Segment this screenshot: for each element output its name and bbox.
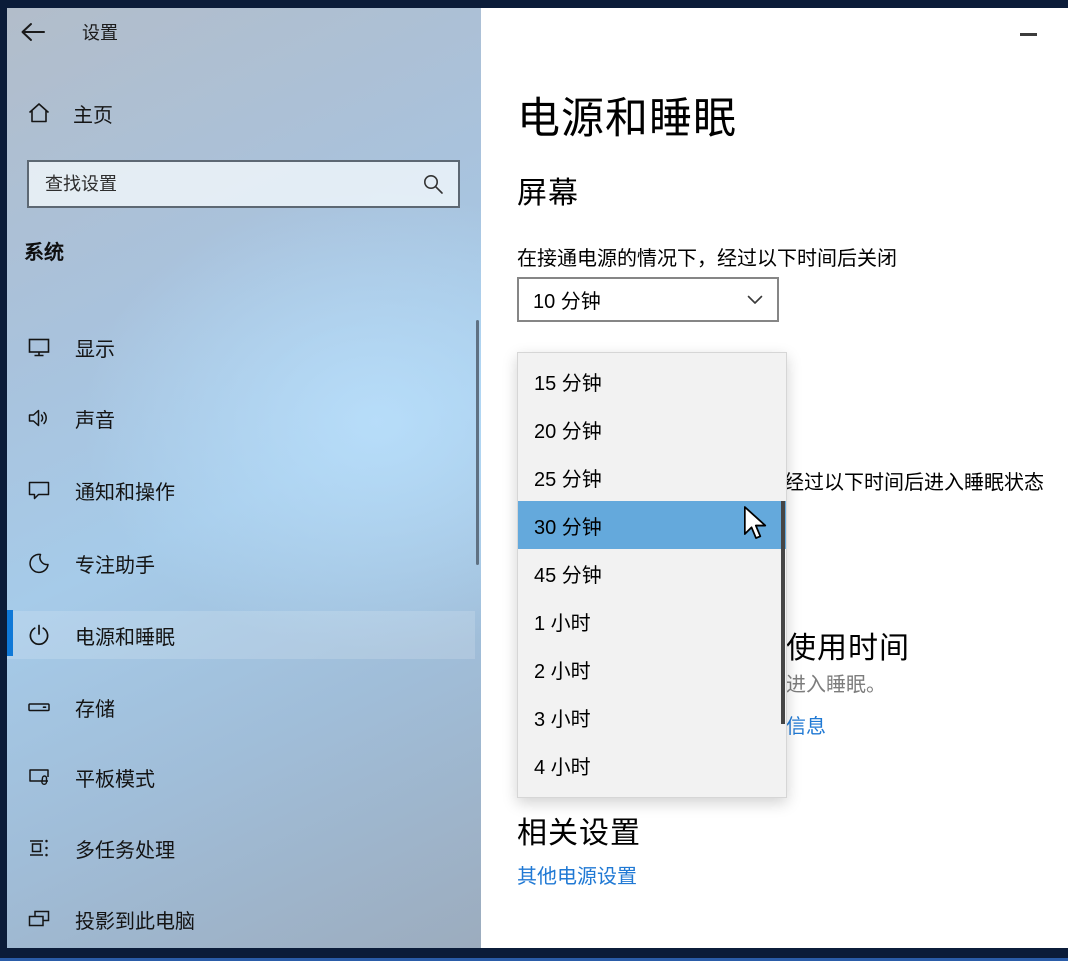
power-icon bbox=[27, 623, 51, 647]
related-settings-heading: 相关设置 bbox=[517, 808, 641, 852]
sidebar-item-label: 显示 bbox=[75, 333, 115, 362]
search-box bbox=[27, 160, 460, 208]
sidebar-item-tablet-mode[interactable]: 平板模式 bbox=[7, 753, 475, 801]
sidebar-item-label: 平板模式 bbox=[75, 763, 155, 792]
sidebar-item-label: 存储 bbox=[75, 693, 115, 722]
timeout-dropdown-list: 15 分钟 20 分钟 25 分钟 30 分钟 45 分钟 1 小时 2 小时 … bbox=[517, 352, 787, 798]
sidebar-item-projecting[interactable]: 投影到此电脑 bbox=[7, 895, 475, 943]
minimize-button[interactable] bbox=[1018, 27, 1038, 41]
dropdown-option[interactable]: 15 分钟 bbox=[518, 357, 786, 405]
screen-timeout-select[interactable]: 10 分钟 bbox=[517, 277, 779, 322]
dropdown-option[interactable]: 3 小时 bbox=[518, 693, 786, 741]
notifications-icon bbox=[27, 478, 51, 502]
tablet-mode-icon bbox=[27, 765, 51, 789]
sidebar-home-label: 主页 bbox=[73, 99, 113, 128]
sidebar-item-label: 投影到此电脑 bbox=[75, 905, 195, 934]
sidebar-item-label: 多任务处理 bbox=[75, 834, 175, 863]
sleep-timeout-label-fragment: 经过以下时间后进入睡眠状态 bbox=[784, 466, 1068, 495]
sidebar-item-multitasking[interactable]: 多任务处理 bbox=[7, 824, 475, 872]
screen-timeout-label: 在接通电源的情况下，经过以下时间后关闭 bbox=[517, 242, 897, 271]
selected-item-accent-bar bbox=[7, 610, 13, 656]
additional-power-settings-link[interactable]: 其他电源设置 bbox=[517, 860, 637, 889]
battery-section-body-fragment: 进入睡眠。 bbox=[786, 668, 886, 697]
battery-section-heading-fragment: 使用时间 bbox=[786, 623, 910, 667]
sidebar-item-display[interactable]: 显示 bbox=[7, 323, 475, 371]
settings-window: 设置 主页 系统 显示 bbox=[0, 0, 1068, 961]
sidebar-item-label: 声音 bbox=[75, 404, 115, 433]
screen-section-heading: 屏幕 bbox=[517, 168, 579, 212]
dropdown-option[interactable]: 20 分钟 bbox=[518, 405, 786, 453]
dropdown-option[interactable]: 4 小时 bbox=[518, 741, 786, 789]
dropdown-scrollbar[interactable] bbox=[781, 501, 785, 724]
sidebar: 设置 主页 系统 显示 bbox=[7, 8, 481, 948]
minimize-icon bbox=[1020, 33, 1037, 36]
sidebar-item-label: 电源和睡眠 bbox=[75, 621, 175, 650]
project-icon bbox=[27, 907, 51, 931]
storage-icon bbox=[27, 695, 51, 719]
home-icon bbox=[27, 101, 51, 125]
sidebar-item-label: 通知和操作 bbox=[75, 476, 175, 505]
dropdown-option[interactable]: 2 小时 bbox=[518, 645, 786, 693]
search-input[interactable] bbox=[29, 162, 422, 206]
chevron-down-icon bbox=[747, 295, 763, 305]
page-title: 电源和睡眠 bbox=[517, 84, 737, 146]
sidebar-item-notifications[interactable]: 通知和操作 bbox=[7, 466, 475, 514]
dropdown-option-highlighted[interactable]: 30 分钟 bbox=[518, 501, 786, 549]
sidebar-item-sound[interactable]: 声音 bbox=[7, 394, 475, 442]
dropdown-option[interactable]: 25 分钟 bbox=[518, 453, 786, 501]
dropdown-option[interactable]: 45 分钟 bbox=[518, 549, 786, 597]
sidebar-item-label: 专注助手 bbox=[75, 549, 155, 578]
search-icon[interactable] bbox=[422, 173, 444, 195]
sidebar-item-power-sleep[interactable]: 电源和睡眠 bbox=[7, 611, 475, 659]
battery-info-link-fragment[interactable]: 信息 bbox=[786, 710, 826, 739]
app-title: 设置 bbox=[82, 19, 118, 45]
sidebar-item-home[interactable]: 主页 bbox=[27, 97, 113, 129]
focus-assist-icon bbox=[27, 551, 51, 575]
multitasking-icon bbox=[27, 836, 51, 860]
sidebar-item-storage[interactable]: 存储 bbox=[7, 683, 475, 731]
sound-icon bbox=[27, 406, 51, 430]
sidebar-item-focus-assist[interactable]: 专注助手 bbox=[7, 539, 475, 587]
dropdown-option[interactable]: 1 小时 bbox=[518, 597, 786, 645]
sidebar-scrollbar[interactable] bbox=[476, 320, 479, 565]
main-content: 电源和睡眠 屏幕 在接通电源的情况下，经过以下时间后关闭 10 分钟 经过以下时… bbox=[481, 8, 1068, 948]
back-arrow-icon bbox=[20, 21, 46, 43]
display-icon bbox=[27, 335, 51, 359]
sidebar-section-system: 系统 bbox=[24, 236, 64, 265]
select-value: 10 分钟 bbox=[533, 285, 601, 314]
back-button[interactable] bbox=[20, 21, 46, 43]
